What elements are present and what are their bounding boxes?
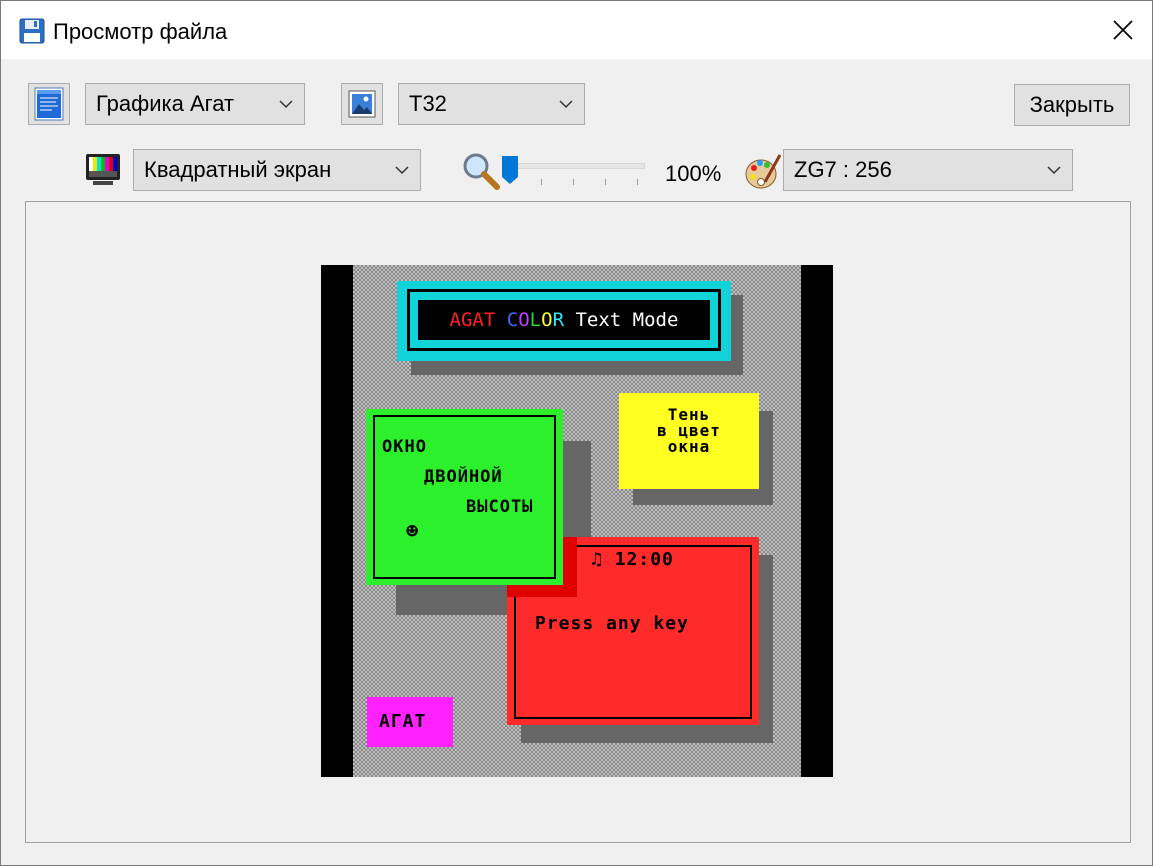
slider-tick	[605, 179, 606, 185]
palette-select[interactable]: ZG7 : 256	[783, 149, 1073, 191]
monitor-icon	[85, 153, 121, 187]
slider-tick	[637, 179, 638, 185]
banner-letter: O	[518, 309, 530, 331]
slider-tick	[573, 179, 574, 185]
banner-letter: R	[552, 309, 565, 331]
floppy-disk-icon	[19, 18, 45, 44]
zoom-slider-track[interactable]	[505, 163, 645, 169]
magenta-window: АГАТ	[367, 697, 453, 747]
zoom-label: 100%	[665, 161, 722, 186]
green-window-frame-overlay	[373, 415, 556, 579]
magnifier-icon	[461, 151, 501, 191]
slider-tick	[541, 179, 542, 185]
format-select[interactable]: Графика Агат	[85, 83, 305, 125]
document-icon	[34, 87, 64, 121]
banner-letter: L	[529, 309, 542, 331]
mode-select-value: T32	[409, 91, 447, 116]
document-info-button[interactable]	[28, 83, 70, 125]
banner-letter: C	[506, 309, 519, 331]
chevron-down-icon	[395, 166, 409, 175]
title-banner-frame: AGAT COLOR Text Mode	[407, 289, 721, 351]
yellow-window: Тень в цвет окна	[619, 393, 759, 489]
agat-screen-image: AGAT COLOR Text Mode ОКНО ДВОЙНОЙ ВЫСОТЫ…	[321, 265, 833, 777]
shadow	[633, 489, 773, 505]
bell-icon: ♫	[591, 549, 603, 570]
chevron-down-icon	[279, 100, 293, 109]
close-button[interactable]: Закрыть	[1014, 84, 1130, 126]
zoom-slider[interactable]	[501, 153, 649, 193]
magenta-label: АГАТ	[379, 711, 427, 732]
palette-icon	[745, 152, 782, 192]
banner-word-agat: AGAT	[449, 309, 496, 331]
shadow	[759, 555, 773, 743]
format-select-value: Графика Агат	[96, 91, 235, 116]
image-mode-button[interactable]	[341, 83, 383, 125]
title-bar: Просмотр файла	[1, 1, 1152, 59]
red-message: Press any key	[535, 613, 689, 634]
green-window-overlay	[366, 409, 563, 585]
close-icon	[1113, 20, 1133, 40]
screen-select[interactable]: Квадратный экран	[133, 149, 421, 191]
banner-rest: Text Mode	[575, 309, 679, 331]
shadow	[521, 725, 773, 743]
title-banner-text: AGAT COLOR Text Mode	[418, 300, 710, 340]
yellow-line-2: в цвет	[657, 421, 721, 440]
shadow	[396, 585, 507, 615]
yellow-line-1: Тень	[667, 405, 711, 424]
banner-word-color: COLOR	[507, 309, 564, 331]
shadow	[563, 441, 591, 537]
shadow	[411, 361, 743, 375]
palette-select-value: ZG7 : 256	[794, 157, 892, 182]
zoom-slider-thumb[interactable]	[501, 155, 519, 185]
banner-letter: O	[541, 309, 553, 331]
screen-select-value: Квадратный экран	[144, 157, 332, 182]
window-close-button[interactable]	[1094, 1, 1152, 59]
yellow-line-3: окна	[667, 437, 711, 456]
chevron-down-icon	[559, 100, 573, 109]
picture-icon	[348, 90, 376, 118]
chevron-down-icon	[1047, 166, 1061, 175]
mode-select[interactable]: T32	[398, 83, 585, 125]
clock-time: 12:00	[614, 549, 674, 570]
red-clock-line: ♫ 12:00	[591, 549, 674, 570]
window-title: Просмотр файла	[53, 19, 228, 44]
title-banner: AGAT COLOR Text Mode	[397, 281, 731, 361]
shadow	[731, 295, 743, 375]
file-viewer-window: Просмотр файла Графика Агат T32 Закрыть …	[0, 0, 1153, 866]
